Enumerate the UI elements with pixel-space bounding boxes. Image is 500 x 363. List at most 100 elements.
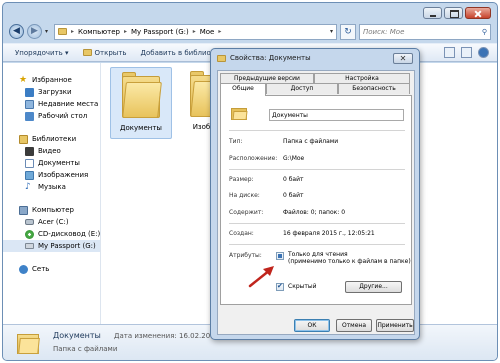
documents-icon bbox=[25, 158, 34, 168]
nav-label: Загрузки bbox=[38, 88, 72, 96]
contains-value: Файлов: 0; папок: 0 bbox=[283, 209, 346, 216]
red-arrow-annotation bbox=[248, 266, 274, 288]
contains-label: Содержит: bbox=[229, 209, 264, 216]
chevron-right-icon: ▸ bbox=[71, 28, 75, 35]
location-label: Расположение: bbox=[229, 155, 278, 162]
on-disk-label: На диске: bbox=[229, 192, 260, 199]
nav-label: CD-дисковод (E:) M bbox=[38, 230, 100, 238]
open-button[interactable]: Открыть bbox=[82, 49, 127, 57]
network-icon bbox=[19, 264, 28, 274]
file-name: Документы bbox=[120, 124, 162, 132]
close-button[interactable] bbox=[465, 7, 491, 19]
nav-drive-e[interactable]: CD-дисковод (E:) M bbox=[3, 228, 100, 240]
ok-button[interactable]: ОК bbox=[294, 319, 330, 332]
breadcrumb-item[interactable]: Компьютер bbox=[78, 28, 120, 36]
images-icon bbox=[25, 170, 34, 180]
created-value: 16 февраля 2015 г., 12:05:21 bbox=[283, 230, 375, 237]
folder-name-field[interactable] bbox=[269, 109, 404, 121]
breadcrumb-item[interactable]: My Passport (G:) bbox=[131, 28, 189, 36]
nav-desktop[interactable]: Рабочий стол bbox=[3, 110, 100, 122]
refresh-button[interactable]: ↻ bbox=[340, 23, 356, 40]
view-options-icon[interactable] bbox=[444, 47, 455, 58]
readonly-checkbox[interactable] bbox=[276, 252, 284, 260]
divider bbox=[229, 169, 405, 170]
chevron-right-icon: ▸ bbox=[192, 28, 196, 35]
nav-label: Избранное bbox=[32, 76, 72, 84]
organize-button[interactable]: Упорядочить ▾ bbox=[15, 49, 69, 57]
open-folder-icon bbox=[82, 49, 92, 56]
nav-recent[interactable]: Недавние места bbox=[3, 98, 100, 110]
nav-computer[interactable]: Компьютер bbox=[3, 204, 100, 216]
divider bbox=[229, 130, 405, 131]
maximize-button[interactable] bbox=[444, 7, 463, 19]
nav-drive-g[interactable]: My Passport (G:) bbox=[3, 240, 100, 252]
folder-icon bbox=[217, 54, 226, 62]
back-button[interactable]: ◀ bbox=[9, 24, 24, 39]
location-value: G:\Мое bbox=[283, 155, 305, 162]
tab-security[interactable]: Безопасность bbox=[338, 83, 410, 94]
breadcrumb[interactable]: ▸ Компьютер ▸ My Passport (G:) ▸ Мое ▸ ▾ bbox=[54, 23, 337, 40]
preview-pane-icon[interactable] bbox=[461, 47, 472, 58]
folder-icon bbox=[17, 331, 40, 355]
type-value: Папка с файлами bbox=[283, 138, 339, 145]
nav-label: Рабочий стол bbox=[38, 112, 88, 120]
nav-label: Acer (C:) bbox=[38, 218, 69, 226]
advanced-button[interactable]: Другие... bbox=[345, 281, 402, 293]
nav-network[interactable]: Сеть bbox=[3, 263, 100, 275]
nav-label: Музыка bbox=[38, 183, 66, 191]
details-name: Документы bbox=[53, 331, 101, 340]
size-value: 0 байт bbox=[283, 176, 304, 183]
folder-icon bbox=[58, 28, 67, 35]
address-dropdown-icon[interactable]: ▾ bbox=[330, 28, 336, 35]
nav-music[interactable]: ♪ Музыка bbox=[3, 181, 100, 193]
cancel-button[interactable]: Отмена bbox=[336, 319, 372, 332]
tab-general[interactable]: Общие bbox=[220, 83, 266, 96]
recent-places-icon bbox=[25, 99, 34, 109]
nav-libraries[interactable]: Библиотеки bbox=[3, 133, 100, 145]
dialog-body: Предыдущие версии Настройка Общие Доступ… bbox=[217, 70, 415, 335]
nav-label: Библиотеки bbox=[32, 135, 77, 143]
search-icon: ⚲ bbox=[481, 27, 487, 36]
address-bar: ◀ ▶ ▾ ▸ Компьютер ▸ My Passport (G:) ▸ М… bbox=[9, 23, 491, 40]
nav-video[interactable]: Видео bbox=[3, 145, 100, 157]
nav-drive-c[interactable]: Acer (C:) bbox=[3, 216, 100, 228]
music-icon: ♪ bbox=[25, 181, 31, 192]
organize-label: Упорядочить ▾ bbox=[15, 48, 69, 57]
chevron-right-icon: ▸ bbox=[123, 28, 127, 35]
minimize-button[interactable] bbox=[423, 7, 442, 19]
folder-icon bbox=[231, 106, 248, 120]
file-item[interactable]: Документы bbox=[110, 67, 172, 139]
help-icon[interactable] bbox=[478, 47, 489, 58]
breadcrumb-item[interactable]: Мое bbox=[200, 28, 215, 36]
apply-button[interactable]: Применить bbox=[376, 319, 414, 332]
properties-dialog: Свойства: Документы ✕ Предыдущие версии … bbox=[210, 48, 420, 340]
nav-label: My Passport (G:) bbox=[38, 242, 96, 250]
dialog-title-bar: Свойства: Документы bbox=[217, 54, 311, 62]
readonly-note: (применимо только к файлам в папке) bbox=[288, 258, 411, 265]
readonly-label: Только для чтения bbox=[288, 251, 348, 258]
search-placeholder: Поиск: Мое bbox=[363, 27, 405, 36]
star-icon: ★ bbox=[19, 74, 28, 85]
computer-icon bbox=[19, 205, 28, 215]
chevron-right-icon: ▸ bbox=[218, 28, 222, 35]
history-dropdown-icon[interactable]: ▾ bbox=[45, 28, 51, 35]
nav-label: Изображения bbox=[38, 171, 89, 179]
size-label: Размер: bbox=[229, 176, 254, 183]
nav-images[interactable]: Изображения bbox=[3, 169, 100, 181]
nav-downloads[interactable]: Загрузки bbox=[3, 86, 100, 98]
forward-button[interactable]: ▶ bbox=[27, 24, 42, 39]
details-type: Папка с файлами bbox=[53, 345, 118, 353]
type-label: Тип: bbox=[229, 138, 243, 145]
nav-documents[interactable]: Документы bbox=[3, 157, 100, 169]
nav-label: Компьютер bbox=[32, 206, 74, 214]
view-controls bbox=[444, 47, 489, 58]
libraries-icon bbox=[19, 134, 28, 144]
search-input[interactable]: Поиск: Мое ⚲ bbox=[359, 23, 491, 40]
hard-drive-icon bbox=[25, 219, 34, 225]
nav-favorites[interactable]: ★ Избранное bbox=[3, 74, 100, 86]
nav-label: Видео bbox=[38, 147, 61, 155]
dialog-close-button[interactable]: ✕ bbox=[393, 53, 413, 64]
nav-label: Недавние места bbox=[38, 100, 99, 108]
cd-drive-icon bbox=[25, 229, 34, 239]
tab-sharing[interactable]: Доступ bbox=[266, 83, 338, 94]
